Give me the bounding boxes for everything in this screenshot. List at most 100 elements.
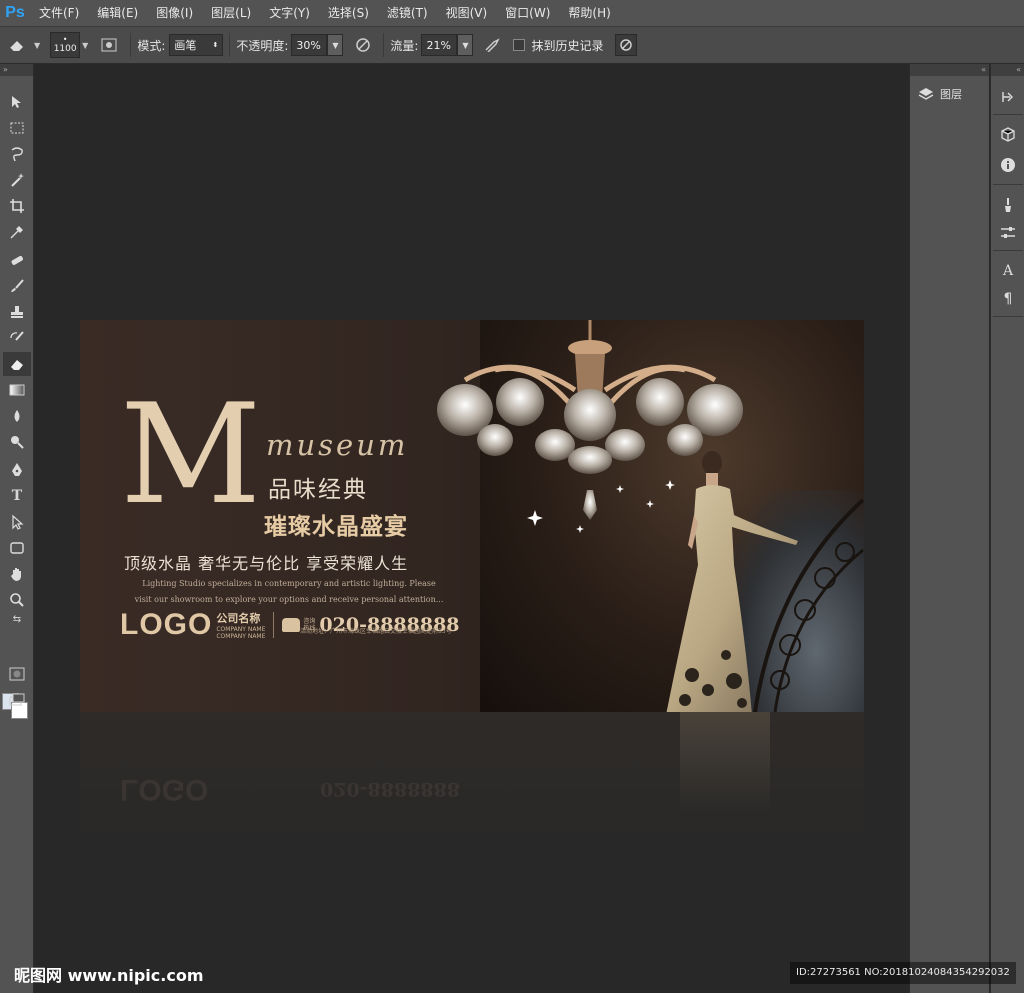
canvas-reflection: LOGO 020-8888888 (80, 712, 864, 862)
eraser-tool-icon[interactable] (3, 352, 31, 376)
lasso-tool-icon[interactable] (3, 142, 31, 166)
separator (993, 114, 1023, 115)
adjustments-panel-icon[interactable] (998, 222, 1018, 244)
brush-size-value: 1100 (53, 44, 77, 54)
quick-mask-icon[interactable] (3, 662, 31, 686)
updown-arrow-icon: ⬍ (212, 41, 219, 49)
hand-tool-icon[interactable] (3, 562, 31, 586)
menu-help[interactable]: 帮助(H) (559, 0, 619, 26)
history-brush-tool-icon[interactable] (3, 326, 31, 350)
brush-size-picker[interactable]: • 1100 (50, 32, 81, 58)
flow-value: 21% (426, 38, 451, 52)
separator (229, 33, 231, 57)
eraser-preset-icon[interactable] (0, 33, 34, 57)
swap-colors-icon[interactable]: ⇆ (3, 612, 31, 626)
brush-presets-panel-icon[interactable] (998, 194, 1018, 216)
brush-tool-icon[interactable] (3, 274, 31, 298)
eyedropper-tool-icon[interactable] (3, 220, 31, 244)
panel-icons-dock: « A ¶ (990, 64, 1024, 993)
separator (130, 33, 132, 57)
opacity-label: 不透明度: (236, 38, 289, 53)
layers-icon (918, 88, 934, 100)
opacity-input[interactable]: 30% (291, 34, 328, 56)
canvas-area[interactable]: M museum 品味经典 璀璨水晶盛宴 顶级水晶 奢华无与伦比 享受荣耀人生 … (35, 64, 909, 993)
separator (993, 316, 1023, 317)
poster-description-line-2: visit our showroom to explore your optio… (134, 595, 444, 604)
menu-type[interactable]: 文字(Y) (260, 0, 319, 26)
marquee-tool-icon[interactable] (3, 116, 31, 140)
separator (383, 33, 385, 57)
poster-description-line-1: Lighting Studio specializes in contempor… (142, 579, 436, 588)
poster-big-m: M (120, 374, 261, 535)
flow-dropdown-icon[interactable]: ▼ (457, 34, 474, 56)
clone-stamp-tool-icon[interactable] (3, 300, 31, 324)
collapse-dock-icon[interactable]: « (910, 64, 989, 76)
menu-image[interactable]: 图像(I) (147, 0, 202, 26)
company-name-en-1: COMPANY NAME (216, 626, 266, 633)
mode-select[interactable]: 画笔 ⬍ (169, 34, 224, 56)
photoshop-logo[interactable]: Ps (0, 0, 30, 26)
mode-value: 画笔 (174, 39, 197, 52)
erase-to-history-checkbox[interactable] (513, 39, 526, 51)
reflection-woman (680, 712, 770, 812)
poster-museum-text: museum (266, 428, 409, 462)
menu-edit[interactable]: 编辑(E) (88, 0, 147, 26)
menu-view[interactable]: 视图(V) (437, 0, 497, 26)
poster-logo: LOGO (120, 608, 213, 641)
poster-address: 活动地址：广州市海珠区幸福路口交接幸福园商处前33号 (300, 628, 452, 635)
flow-input[interactable]: 21% (421, 34, 458, 56)
magic-wand-tool-icon[interactable] (3, 168, 31, 192)
menu-filter[interactable]: 滤镜(T) (378, 0, 437, 26)
dodge-tool-icon[interactable] (3, 430, 31, 454)
history-panel-icon[interactable] (998, 86, 1018, 108)
menu-window[interactable]: 窗口(W) (496, 0, 559, 26)
3d-panel-icon[interactable] (998, 124, 1018, 146)
separator (993, 184, 1023, 185)
healing-brush-tool-icon[interactable] (3, 248, 31, 272)
image-id-watermark: ID:27273561 NO:20181024084354292032 (790, 962, 1016, 984)
company-name-en-2: COMPANY NAME (216, 633, 266, 640)
crystal-chandelier-graphic (437, 320, 743, 533)
type-tool-icon[interactable]: T (3, 484, 31, 508)
nipic-watermark: 昵图网 www.nipic.com (14, 966, 204, 985)
document-canvas[interactable]: M museum 品味经典 璀璨水晶盛宴 顶级水晶 奢华无与伦比 享受荣耀人生 … (80, 320, 864, 712)
opacity-value: 30% (296, 38, 321, 52)
airbrush-icon[interactable] (479, 33, 507, 57)
menu-layer[interactable]: 图层(L) (202, 0, 260, 26)
info-panel-icon[interactable] (998, 154, 1018, 176)
reflection-phone: 020-8888888 (320, 778, 461, 800)
menu-select[interactable]: 选择(S) (319, 0, 378, 26)
screen-mode-icon[interactable] (3, 688, 31, 712)
layers-panel-dock: « 图层 (909, 64, 989, 993)
opacity-dropdown-icon[interactable]: ▼ (327, 34, 344, 56)
poster-description: Lighting Studio specializes in contempor… (124, 576, 454, 608)
rectangle-shape-tool-icon[interactable] (3, 536, 31, 560)
layers-panel-label: 图层 (940, 88, 962, 101)
tools-panel: » T ⇆ (0, 64, 34, 993)
separator (993, 250, 1023, 251)
poster-headline-2: 璀璨水晶盛宴 (264, 514, 408, 540)
pressure-size-icon[interactable] (615, 34, 638, 56)
poster-logo-block: LOGO 公司名称 COMPANY NAME COMPANY NAME 咨询 热… (120, 608, 460, 642)
paragraph-panel-icon[interactable]: ¶ (998, 288, 1018, 310)
zoom-tool-icon[interactable] (3, 588, 31, 612)
brush-size-caret-icon[interactable]: ▼ (82, 41, 88, 50)
brush-panel-icon[interactable] (94, 33, 124, 57)
menu-bar: Ps 文件(F) 编辑(E) 图像(I) 图层(L) 文字(Y) 选择(S) 滤… (0, 0, 1024, 26)
collapse-toolbar-icon[interactable]: » (0, 64, 33, 76)
path-selection-tool-icon[interactable] (3, 510, 31, 534)
brush-dot-icon: • (62, 35, 68, 44)
gradient-tool-icon[interactable] (3, 378, 31, 402)
menu-file[interactable]: 文件(F) (30, 0, 88, 26)
crop-tool-icon[interactable] (3, 194, 31, 218)
character-panel-icon[interactable]: A (998, 260, 1018, 282)
move-tool-icon[interactable] (3, 90, 31, 114)
company-name-cn: 公司名称 (216, 612, 261, 625)
collapse-icons-dock-icon[interactable]: « (991, 64, 1024, 76)
pen-tool-icon[interactable] (3, 458, 31, 482)
blur-tool-icon[interactable] (3, 404, 31, 428)
erase-to-history-label: 抹到历史记录 (531, 38, 604, 53)
layers-panel-tab[interactable]: 图层 (918, 86, 962, 102)
preset-dropdown-caret-icon[interactable]: ▼ (34, 41, 40, 50)
pressure-opacity-icon[interactable] (349, 33, 377, 57)
